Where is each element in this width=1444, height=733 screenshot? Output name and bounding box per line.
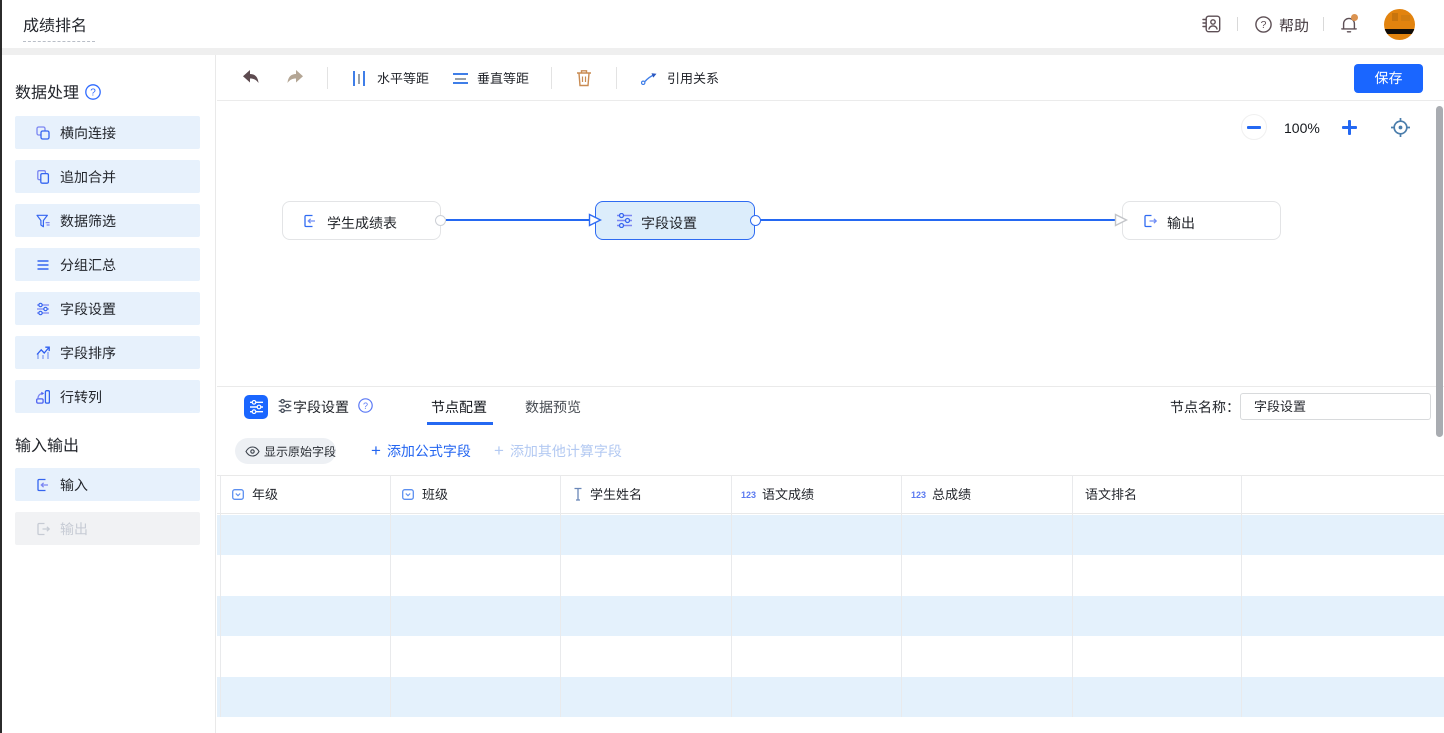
svg-text:?: ? bbox=[90, 88, 96, 99]
svg-text:?: ? bbox=[363, 401, 368, 411]
svg-text:?: ? bbox=[1261, 19, 1267, 31]
